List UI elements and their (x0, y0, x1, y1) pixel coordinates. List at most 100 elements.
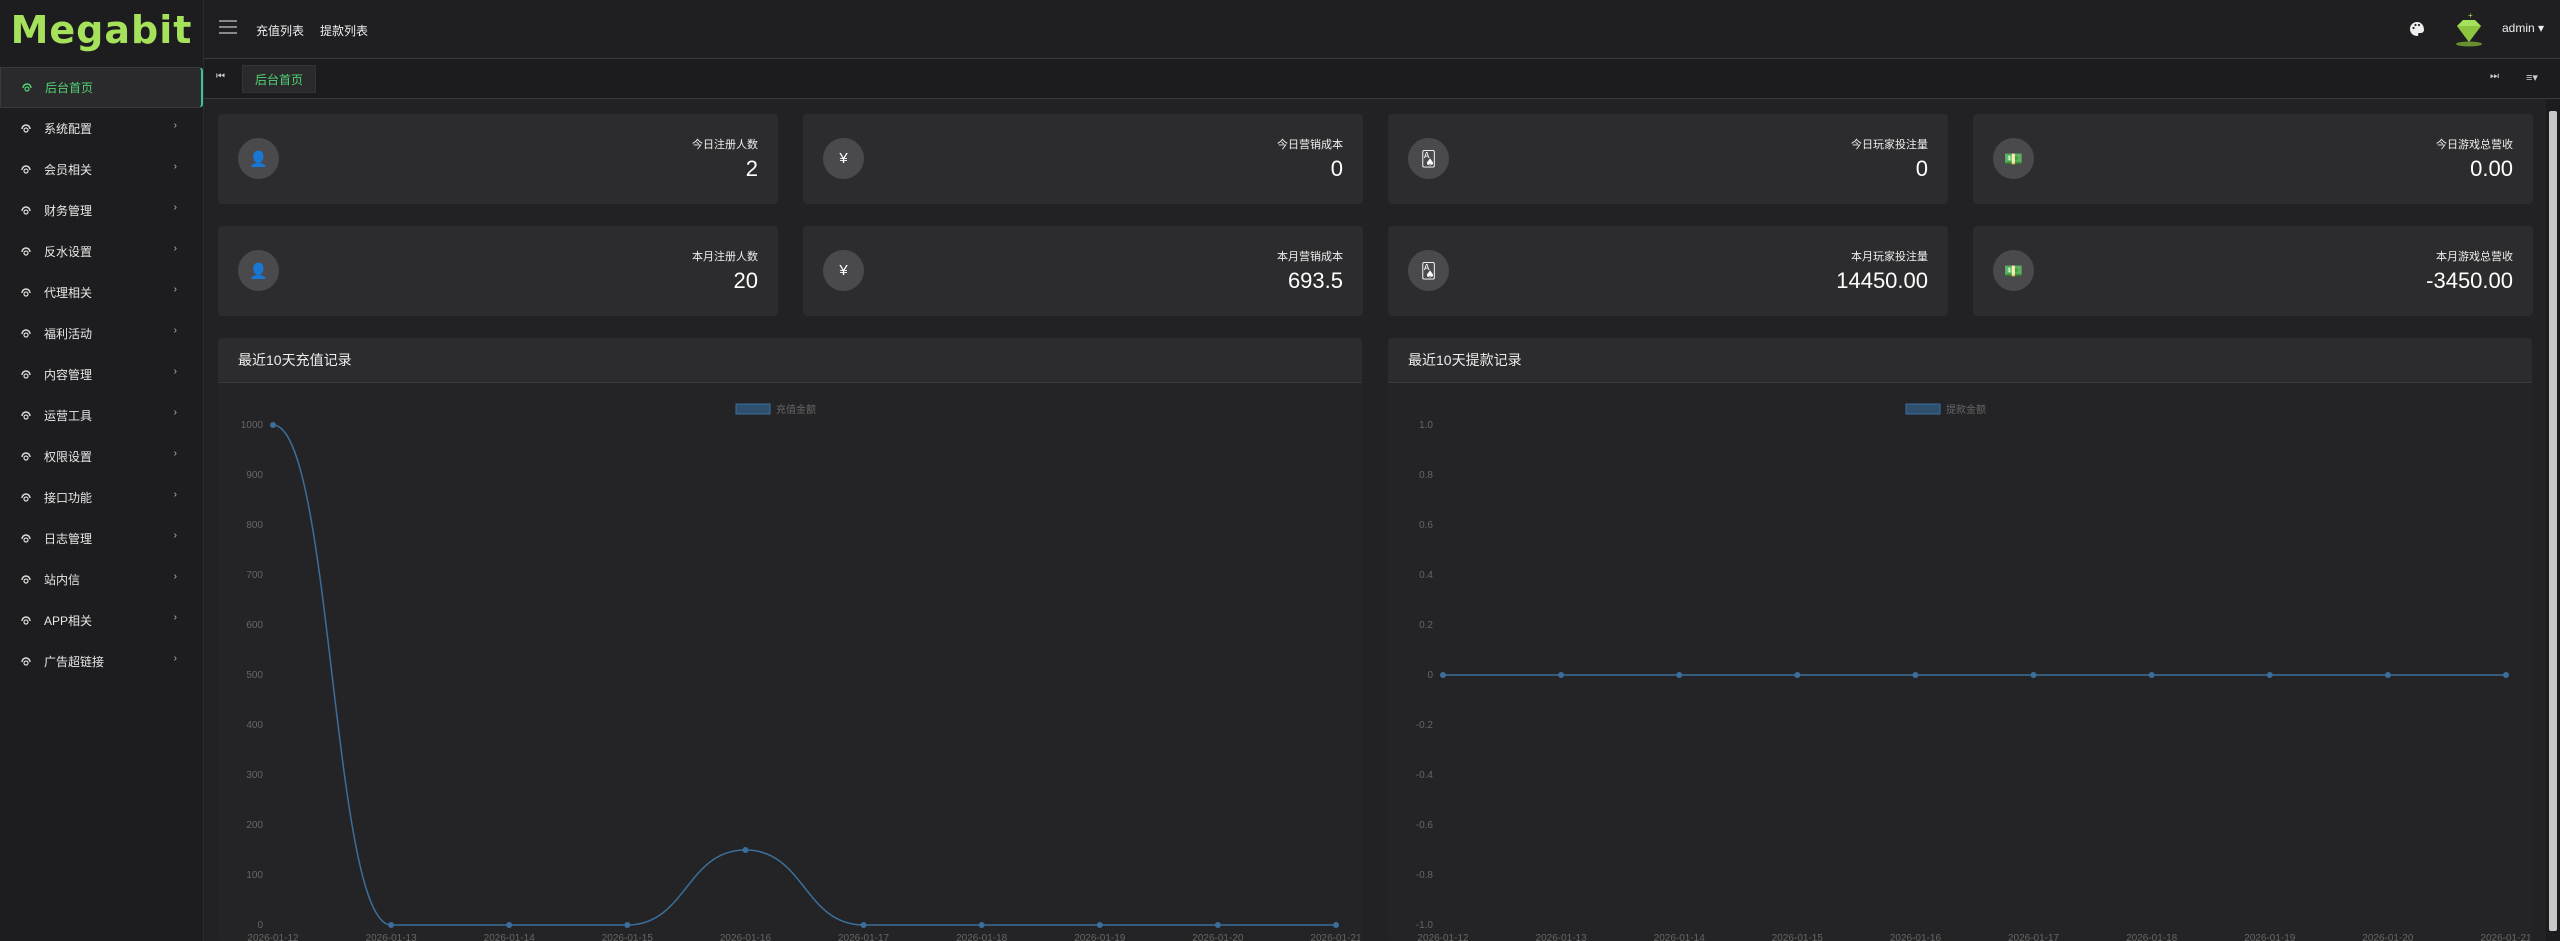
x-tick-label: 2026-01-17 (2008, 933, 2060, 941)
sidebar-item-9[interactable]: 权限设置 › (0, 436, 203, 477)
page-scrollbar[interactable] (2546, 99, 2560, 941)
withdraw-panel-title: 最近10天提款记录 (1388, 338, 2532, 383)
data-point (2384, 672, 2391, 678)
sidebar-item-4[interactable]: 反水设置 › (0, 231, 203, 272)
x-tick-label: 2026-01-13 (1536, 933, 1588, 941)
stat-value: 693.5 (1287, 268, 1343, 293)
topbar-link-recharge[interactable]: 充值列表 (256, 22, 304, 39)
tab-menu-icon[interactable]: ≡▾ (2526, 71, 2538, 84)
scrollbar-thumb[interactable] (2549, 111, 2557, 931)
user-icon: 👤 (238, 138, 279, 179)
topbar-link-withdraw[interactable]: 提款列表 (320, 22, 368, 39)
tab-home[interactable]: 后台首页 (242, 65, 317, 93)
palette-icon[interactable] (2409, 21, 2425, 37)
y-tick-label: -0.4 (1416, 770, 1434, 781)
data-point (1214, 922, 1221, 928)
data-point (1096, 922, 1103, 928)
sidebar-item-10[interactable]: 接口功能 › (0, 477, 203, 518)
stat-value: 20 (733, 268, 758, 293)
stat-label: 今日游戏总营收 (2436, 139, 2513, 151)
data-point (2503, 672, 2509, 678)
menu-item-icon (21, 451, 31, 461)
cards-icon: 🂡 (1408, 138, 1449, 179)
stat-value: 0 (1330, 156, 1343, 181)
chevron-right-icon: › (173, 325, 177, 336)
data-point (2030, 672, 2037, 678)
recharge-panel: 最近10天充值记录 充值金额 0 100 200 300 400 500 600 700 800 9… (218, 338, 1362, 941)
x-tick-label: 2026-01-21 (1310, 933, 1362, 941)
data-point (1333, 922, 1339, 928)
menu-toggle-icon[interactable] (219, 20, 237, 34)
y-tick-label: 1.0 (1419, 420, 1433, 431)
user-menu[interactable]: admin ▾ (2502, 21, 2544, 35)
cards-icon: 🂡 (1408, 250, 1449, 291)
x-tick-label: 2026-01-20 (2362, 933, 2414, 941)
y-tick-label: 400 (246, 720, 263, 731)
y-tick-label: 0.2 (1419, 620, 1433, 631)
sidebar-item-label: 内容管理 (44, 368, 93, 382)
sidebar-item-label: 会员相关 (44, 163, 93, 177)
chevron-right-icon: › (173, 284, 177, 295)
chevron-right-icon: › (173, 571, 177, 582)
withdraw-chart: 提款金额 -1.0 -0.8 -0.6 -0.4 -0.2 0 0.2 0.4 0.6 0.8 1.0… (1416, 403, 2532, 941)
stat-card: 🂡 本月玩家投注量 14450.00 (1388, 226, 1948, 316)
sidebar-item-7[interactable]: 内容管理 › (0, 354, 203, 395)
sidebar-item-label: 日志管理 (44, 532, 93, 546)
x-tick-label: 2026-01-15 (1772, 933, 1824, 941)
tabbar: ⏮ 后台首页 ⏭ ≡▾ (204, 59, 2560, 99)
x-tick-label: 2026-01-20 (1192, 933, 1244, 941)
sidebar-item-11[interactable]: 日志管理 › (0, 518, 203, 559)
legend-label: 提款金额 (1946, 403, 1986, 416)
sidebar-item-label: 后台首页 (45, 81, 94, 95)
sidebar-item-5[interactable]: 代理相关 › (0, 272, 203, 313)
menu-item-icon (21, 615, 31, 625)
x-tick-label: 2026-01-15 (602, 933, 654, 941)
sidebar-item-1[interactable]: 系统配置 › (0, 108, 203, 149)
tab-scroll-left-icon[interactable]: ⏮ (216, 71, 225, 82)
svg-text:+: + (2468, 11, 2473, 20)
money-icon: 💵 (1993, 138, 2034, 179)
avatar[interactable]: + (2449, 10, 2489, 50)
menu-item-icon (21, 205, 31, 215)
sidebar-item-14[interactable]: 广告超链接 › (0, 641, 203, 682)
chevron-right-icon: › (173, 489, 177, 500)
data-point (1558, 672, 1565, 678)
sidebar-item-13[interactable]: APP相关 › (0, 600, 203, 641)
menu-item-icon (21, 246, 31, 256)
sidebar-item-3[interactable]: 财务管理 › (0, 190, 203, 231)
menu-item-icon (21, 492, 31, 502)
sidebar-item-0[interactable]: 后台首页 (0, 67, 203, 108)
tab-scroll-right-icon[interactable]: ⏭ (2490, 71, 2499, 82)
data-point (860, 922, 867, 928)
chevron-right-icon: › (173, 243, 177, 254)
stat-value: -3450.00 (2426, 268, 2513, 293)
legend-label: 充值金额 (776, 403, 816, 416)
data-point (742, 847, 749, 853)
stat-label: 今日营销成本 (1277, 139, 1343, 151)
sidebar-item-label: 广告超链接 (44, 655, 105, 669)
y-tick-label: 200 (246, 820, 263, 831)
data-point (978, 922, 985, 928)
x-tick-label: 2026-01-16 (720, 933, 772, 941)
sidebar-item-12[interactable]: 站内信 › (0, 559, 203, 600)
sidebar-item-label: 运营工具 (44, 409, 93, 423)
series-line (272, 424, 1336, 926)
logo: Megabit (10, 8, 193, 52)
chevron-right-icon: › (173, 530, 177, 541)
sidebar-item-2[interactable]: 会员相关 › (0, 149, 203, 190)
y-tick-label: 1000 (241, 420, 264, 431)
stat-card: 👤 本月注册人数 20 (218, 226, 778, 316)
stat-card: 💵 今日游戏总营收 0.00 (1973, 114, 2533, 204)
stat-label: 本月游戏总营收 (2436, 251, 2513, 263)
x-tick-label: 2026-01-17 (838, 933, 890, 941)
y-tick-label: 900 (246, 470, 263, 481)
sidebar-item-6[interactable]: 福利活动 › (0, 313, 203, 354)
stat-label: 本月营销成本 (1277, 251, 1343, 263)
y-tick-label: 0.6 (1419, 520, 1433, 531)
sidebar-item-8[interactable]: 运营工具 › (0, 395, 203, 436)
chevron-right-icon: › (173, 366, 177, 377)
legend-swatch (1905, 403, 1941, 415)
x-tick-label: 2026-01-14 (1654, 933, 1706, 941)
data-point (506, 922, 513, 928)
yen-icon: ¥ (823, 138, 864, 179)
